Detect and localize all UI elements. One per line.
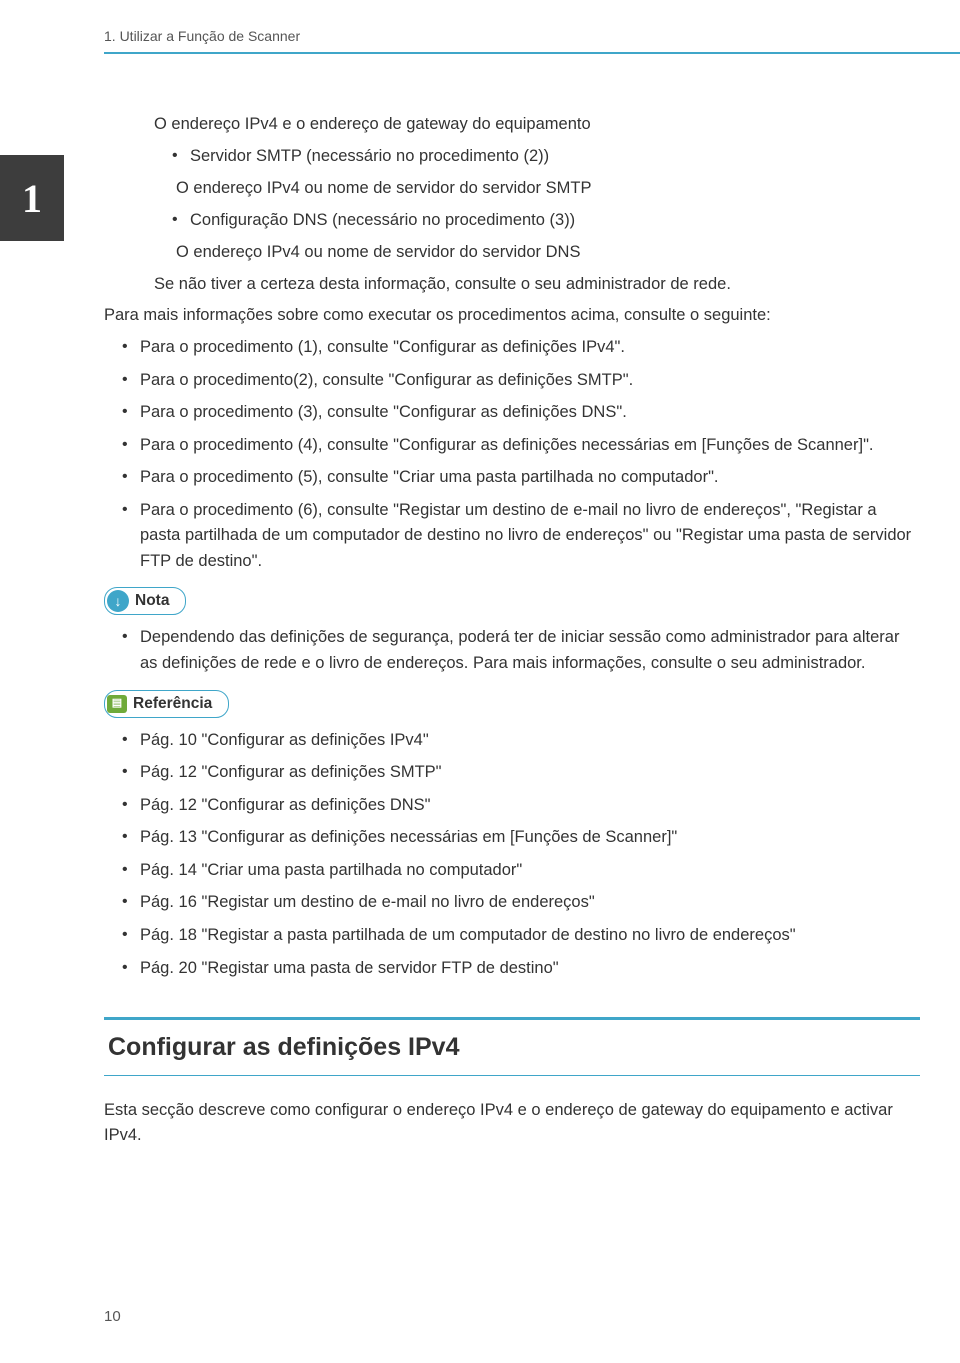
list-item: Pág. 13 "Configurar as definições necess… [126, 825, 920, 851]
list-item: Pág. 18 "Registar a pasta partilhada de … [126, 923, 920, 949]
page-number: 10 [104, 1308, 121, 1325]
list-item: Para o procedimento(2), consulte "Config… [126, 368, 920, 394]
list-item: Para o procedimento (6), consulte "Regis… [126, 498, 920, 575]
list-item: Pág. 20 "Registar uma pasta de servidor … [126, 956, 920, 982]
closing-paragraph: Esta secção descreve como configurar o e… [104, 1098, 920, 1149]
list-item: Pág. 16 "Registar um destino de e-mail n… [126, 890, 920, 916]
referencia-callout: ▤ Referência [104, 690, 229, 718]
intro-bullets-1: Servidor SMTP (necessário no procediment… [154, 144, 920, 170]
list-item: Dependendo das definições de segurança, … [126, 625, 920, 676]
intro-line-3: O endereço IPv4 ou nome de servidor do s… [154, 240, 920, 266]
list-item: Para o procedimento (1), consulte "Confi… [126, 335, 920, 361]
nota-callout: ↓ Nota [104, 587, 186, 615]
intro-line-2: O endereço IPv4 ou nome de servidor do s… [154, 176, 920, 202]
page-header: 1. Utilizar a Função de Scanner [0, 0, 960, 44]
chapter-tab: 1 [0, 155, 64, 241]
list-item: Para o procedimento (4), consulte "Confi… [126, 433, 920, 459]
section-heading: Configurar as definições IPv4 [104, 1017, 920, 1076]
reference-icon: ▤ [107, 695, 127, 713]
referencia-label: Referência [133, 692, 212, 716]
intro-line-1: O endereço IPv4 e o endereço de gateway … [154, 112, 920, 138]
list-item: Pág. 12 "Configurar as definições DNS" [126, 793, 920, 819]
intro-line-4: Se não tiver a certeza desta informação,… [154, 272, 920, 298]
intro-block: O endereço IPv4 e o endereço de gateway … [104, 112, 920, 297]
nota-list: Dependendo das definições de segurança, … [104, 625, 920, 676]
procedure-list: Para o procedimento (1), consulte "Confi… [104, 335, 920, 575]
header-title: 1. Utilizar a Função de Scanner [104, 28, 300, 44]
down-arrow-icon: ↓ [107, 590, 129, 612]
list-item: Para o procedimento (3), consulte "Confi… [126, 400, 920, 426]
list-item: Pág. 10 "Configurar as definições IPv4" [126, 728, 920, 754]
referencia-list: Pág. 10 "Configurar as definições IPv4" … [104, 728, 920, 982]
chapter-number: 1 [22, 175, 42, 222]
intro-bullets-2: Configuração DNS (necessário no procedim… [154, 208, 920, 234]
more-info-line: Para mais informações sobre como executa… [104, 303, 920, 329]
nota-label: Nota [135, 589, 169, 613]
list-item: Configuração DNS (necessário no procedim… [176, 208, 920, 234]
list-item: Pág. 12 "Configurar as definições SMTP" [126, 760, 920, 786]
list-item: Servidor SMTP (necessário no procediment… [176, 144, 920, 170]
page-content: O endereço IPv4 e o endereço de gateway … [0, 54, 960, 1149]
list-item: Pág. 14 "Criar uma pasta partilhada no c… [126, 858, 920, 884]
list-item: Para o procedimento (5), consulte "Criar… [126, 465, 920, 491]
